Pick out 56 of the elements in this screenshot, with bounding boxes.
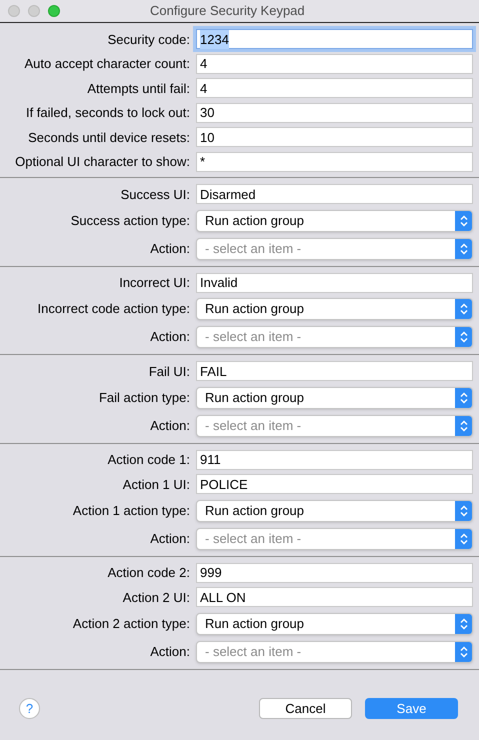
- field-label: Action 1 UI:: [122, 476, 191, 494]
- text-field[interactable]: 999: [196, 562, 473, 583]
- popup-select[interactable]: Run action group: [196, 500, 473, 522]
- text-field[interactable]: 911: [196, 450, 473, 470]
- text-field[interactable]: *: [196, 152, 473, 172]
- text-field[interactable]: Invalid: [196, 272, 473, 293]
- chevron-updown-icon: [460, 420, 468, 432]
- field-label: Action:: [149, 416, 191, 435]
- chevron-updown-icon: [460, 618, 468, 630]
- text-field[interactable]: 4: [196, 54, 473, 74]
- text-field[interactable]: ALL ON: [196, 587, 473, 608]
- field-label: Action code 2:: [106, 564, 191, 582]
- field-label: Action:: [149, 240, 191, 258]
- popup-select[interactable]: Run action group: [196, 612, 473, 634]
- text-field[interactable]: Disarmed: [196, 184, 473, 204]
- field-label: Success action type:: [70, 212, 191, 230]
- field-label: If failed, seconds to lock out:: [24, 104, 191, 122]
- field-label: Action:: [149, 642, 191, 661]
- field-label: Action code 1:: [106, 451, 191, 469]
- field-label: Seconds until device resets:: [27, 128, 191, 146]
- chevron-updown-icon: [460, 532, 468, 544]
- field-label: Action 2 action type:: [72, 614, 191, 633]
- chevron-updown-icon: [460, 303, 468, 315]
- text-field[interactable]: POLICE: [196, 474, 473, 494]
- popup-select[interactable]: Run action group: [196, 210, 473, 232]
- chevron-updown-icon: [460, 504, 468, 516]
- popup-select[interactable]: Run action group: [196, 298, 473, 320]
- chevron-updown-icon: [460, 214, 468, 226]
- text-field[interactable]: 1234: [196, 29, 473, 50]
- field-label: Action 2 UI:: [122, 588, 191, 606]
- window-title: Configure Security Keypad: [150, 2, 305, 20]
- field-label: Success UI:: [120, 186, 191, 204]
- field-label: Action 1 action type:: [72, 502, 191, 520]
- popup-select[interactable]: Run action group: [196, 386, 473, 408]
- chevron-updown-icon: [460, 242, 468, 254]
- field-label: Action:: [149, 530, 191, 548]
- field-label: Optional UI character to show:: [14, 153, 191, 171]
- chevron-updown-icon: [460, 646, 468, 658]
- zoom-button[interactable]: [48, 5, 60, 17]
- field-label: Attempts until fail:: [86, 80, 191, 98]
- field-label: Incorrect code action type:: [36, 300, 191, 318]
- close-button[interactable]: [8, 5, 20, 17]
- field-label: Action:: [149, 328, 191, 346]
- field-label: Fail action type:: [98, 388, 191, 407]
- text-field[interactable]: 4: [196, 78, 473, 98]
- field-label: Fail UI:: [148, 362, 191, 380]
- field-label: Security code:: [106, 30, 191, 49]
- chevron-updown-icon: [460, 392, 468, 404]
- text-field[interactable]: 10: [196, 127, 473, 148]
- minimize-button[interactable]: [28, 5, 40, 17]
- text-field[interactable]: 30: [196, 102, 473, 123]
- field-label: Incorrect UI:: [118, 274, 191, 292]
- cancel-button[interactable]: Cancel: [259, 698, 352, 720]
- chevron-updown-icon: [460, 331, 468, 343]
- field-label: Auto accept character count:: [24, 55, 191, 73]
- text-field[interactable]: FAIL: [196, 361, 473, 382]
